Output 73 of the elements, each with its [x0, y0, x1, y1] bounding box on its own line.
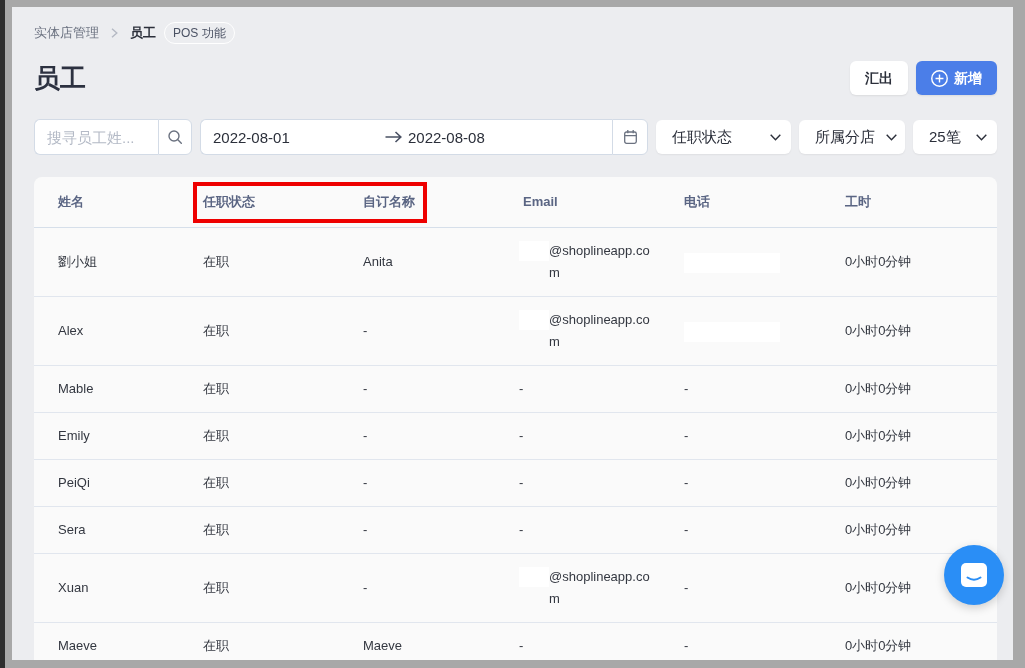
email-text: @shoplineapp.com: [549, 568, 651, 608]
table-cell: 在职: [179, 412, 339, 460]
table-cell: -: [339, 553, 499, 623]
table-cell: 在职: [179, 622, 339, 660]
email-text: @shoplineapp.com: [549, 311, 651, 351]
table-cell: -: [339, 296, 499, 366]
chevron-right-icon: [111, 28, 118, 38]
table-cell: 0小时0分钟: [821, 622, 997, 660]
add-button[interactable]: 新增: [916, 61, 997, 95]
table-cell: -: [684, 475, 689, 490]
search-button[interactable]: [158, 119, 192, 155]
table-cell: Xuan: [34, 553, 179, 623]
table-cell: Emily: [34, 412, 179, 460]
table-cell: -: [339, 412, 499, 460]
page-title: 员工: [34, 62, 86, 95]
table-cell: -: [684, 428, 689, 443]
table-cell: -: [684, 381, 689, 396]
table-cell: 0小时0分钟: [821, 412, 997, 460]
table-cell: Sera: [34, 506, 179, 554]
column-header: 工时: [845, 194, 871, 209]
table-cell: -: [684, 522, 689, 537]
column-header: 任职状态: [203, 194, 255, 209]
date-range-picker[interactable]: 2022-08-01 2022-08-08: [200, 119, 612, 155]
table-cell: Maeve: [339, 622, 499, 660]
export-button[interactable]: 汇出: [850, 61, 908, 95]
table-cell: Anita: [339, 227, 499, 297]
table-cell: -: [684, 638, 689, 653]
chat-icon: [961, 563, 987, 587]
email-text: -: [519, 474, 525, 492]
search-field[interactable]: 搜寻员工姓...: [34, 119, 158, 155]
chevron-down-icon: [770, 133, 781, 141]
calendar-icon: [623, 130, 637, 144]
table-cell: 在职: [179, 365, 339, 413]
breadcrumb-link[interactable]: 实体店管理: [34, 21, 99, 45]
table-cell: PeiQi: [34, 459, 179, 507]
filter-dropdown[interactable]: 所属分店: [799, 120, 905, 154]
table-cell: -: [339, 506, 499, 554]
filter-dropdown[interactable]: 任职状态: [656, 120, 791, 154]
arrow-right-icon: [385, 131, 402, 143]
column-header: 自订名称: [363, 194, 415, 209]
breadcrumb-current: 员工: [130, 24, 156, 42]
table-cell: 在职: [179, 506, 339, 554]
table-cell: -: [339, 459, 499, 507]
column-header: Email: [523, 194, 558, 209]
email-text: -: [519, 380, 525, 398]
table-cell: 0小时0分钟: [821, 296, 997, 366]
table-cell: Alex: [34, 296, 179, 366]
email-text: -: [519, 637, 525, 655]
table-cell: 在职: [179, 553, 339, 623]
email-text: -: [519, 427, 525, 445]
table-cell: 在职: [179, 296, 339, 366]
plus-circle-icon: [931, 69, 948, 87]
email-text: -: [519, 521, 525, 539]
table-cell: 在职: [179, 227, 339, 297]
chevron-down-icon: [976, 133, 987, 141]
filter-dropdown[interactable]: 25笔: [913, 120, 997, 154]
end-date-field[interactable]: 2022-08-08: [402, 122, 612, 152]
table-cell: -: [684, 580, 689, 595]
table-cell: Mable: [34, 365, 179, 413]
table-cell: -: [339, 365, 499, 413]
search-icon: [168, 130, 182, 144]
table-cell: Maeve: [34, 622, 179, 660]
column-header: 电话: [684, 194, 710, 209]
column-header: 姓名: [58, 194, 84, 209]
table-cell: 0小时0分钟: [821, 227, 997, 297]
calendar-button[interactable]: [612, 119, 648, 155]
start-date-field[interactable]: 2022-08-01: [201, 122, 385, 152]
table-cell: 劉小姐: [34, 227, 179, 297]
table-cell: 0小时0分钟: [821, 459, 997, 507]
chevron-down-icon: [886, 133, 897, 141]
email-text: @shoplineapp.com: [549, 242, 651, 282]
table-cell: 在职: [179, 459, 339, 507]
table-cell: 0小时0分钟: [821, 365, 997, 413]
